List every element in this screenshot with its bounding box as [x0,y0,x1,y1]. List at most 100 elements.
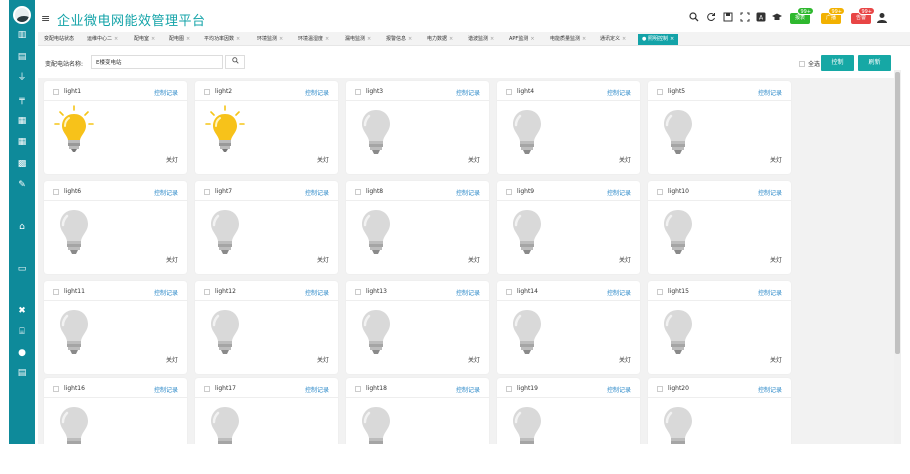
refresh-icon[interactable] [706,12,716,22]
light-checkbox[interactable] [53,89,59,95]
light-checkbox[interactable] [657,289,663,295]
bulb-off-icon[interactable] [505,204,549,260]
light-checkbox[interactable] [657,386,663,392]
light-checkbox[interactable] [355,289,361,295]
bank-icon[interactable]: ⌸ [16,327,28,337]
control-record-link[interactable]: 控制记录 [456,288,480,297]
tools-icon[interactable]: ✖ [16,306,28,316]
tab-6[interactable]: 环境温湿度 × [298,34,329,45]
light-checkbox[interactable] [506,89,512,95]
close-icon[interactable]: × [408,36,412,42]
calendar-icon[interactable]: ▦ [16,137,28,147]
control-record-link[interactable]: 控制记录 [305,188,329,197]
light-checkbox[interactable] [204,189,210,195]
select-all-checkbox[interactable]: 全选 [799,59,820,68]
control-record-link[interactable]: 控制记录 [758,88,782,97]
close-icon[interactable]: × [279,36,283,42]
light-checkbox[interactable] [204,89,210,95]
light-checkbox[interactable] [53,289,59,295]
bulb-off-icon[interactable] [203,401,247,444]
document-icon[interactable]: ▦ [16,116,28,126]
tab-8[interactable]: 报警信息 × [386,34,412,45]
broadcast-button[interactable]: 广播 99+ [821,7,845,24]
control-record-link[interactable]: 控制记录 [154,88,178,97]
bulb-off-icon[interactable] [656,204,700,260]
control-record-link[interactable]: 控制记录 [154,288,178,297]
close-icon[interactable]: × [670,36,674,42]
tab-12[interactable]: 电能质量监测 × [550,34,586,45]
bulb-off-icon[interactable] [354,401,398,444]
bulb-off-icon[interactable] [656,104,700,160]
light-checkbox[interactable] [506,386,512,392]
close-icon[interactable]: × [151,36,155,42]
control-record-link[interactable]: 控制记录 [758,288,782,297]
light-checkbox[interactable] [204,386,210,392]
user-avatar-icon[interactable] [876,12,888,24]
edit-icon[interactable]: ✎ [16,180,28,190]
graduation-icon[interactable] [772,12,782,22]
light-checkbox[interactable] [506,289,512,295]
report-button[interactable]: 报表 99+ [790,7,814,24]
tab-0[interactable]: 变配电站状态 [44,34,74,45]
user-icon[interactable]: ● [16,348,28,358]
control-record-link[interactable]: 控制记录 [758,385,782,394]
control-record-link[interactable]: 控制记录 [607,88,631,97]
tab-11[interactable]: APF监测 × [509,34,535,45]
control-record-link[interactable]: 控制记录 [305,385,329,394]
tab-13[interactable]: 通讯定义 × [600,34,626,45]
search-icon[interactable] [689,12,699,22]
tab-2[interactable]: 配电室 × [134,34,155,45]
tab-5[interactable]: 环境监测 × [257,34,283,45]
bulb-off-icon[interactable] [656,304,700,360]
plug-icon[interactable]: ╤ [16,95,28,105]
light-checkbox[interactable] [657,189,663,195]
bulb-off-icon[interactable] [505,304,549,360]
close-icon[interactable]: × [622,36,626,42]
bulb-off-icon[interactable] [52,401,96,444]
bulb-off-icon[interactable] [52,304,96,360]
control-record-link[interactable]: 控制记录 [607,385,631,394]
light-checkbox[interactable] [355,386,361,392]
save-icon[interactable] [723,12,733,22]
close-icon[interactable]: × [582,36,586,42]
control-record-link[interactable]: 控制记录 [456,385,480,394]
bulb-off-icon[interactable] [354,104,398,160]
close-icon[interactable]: × [449,36,453,42]
close-icon[interactable]: × [236,36,240,42]
close-icon[interactable]: × [325,36,329,42]
bar-chart-icon[interactable]: ▥ [16,30,28,40]
grid-icon[interactable]: ▩ [16,159,28,169]
control-record-link[interactable]: 控制记录 [456,188,480,197]
light-checkbox[interactable] [53,386,59,392]
tab-1[interactable]: 运维中心二 × [87,34,118,45]
close-icon[interactable]: × [114,36,118,42]
control-record-link[interactable]: 控制记录 [154,188,178,197]
light-checkbox[interactable] [355,89,361,95]
tab-9[interactable]: 电力数据 × [427,34,453,45]
control-record-link[interactable]: 控制记录 [154,385,178,394]
ai-icon[interactable]: A [756,12,766,22]
home-icon[interactable]: ⌂ [16,222,28,232]
tab-3[interactable]: 配电图 × [169,34,190,45]
light-checkbox[interactable] [355,189,361,195]
search-button[interactable] [225,55,245,69]
close-icon[interactable]: × [490,36,494,42]
bulb-on-icon[interactable] [203,104,247,160]
control-record-link[interactable]: 控制记录 [607,188,631,197]
close-icon[interactable]: × [367,36,371,42]
alarm-button[interactable]: 告警 99+ [851,7,875,24]
bulb-off-icon[interactable] [52,204,96,260]
bulb-off-icon[interactable] [656,401,700,444]
bulb-off-icon[interactable] [354,304,398,360]
control-record-link[interactable]: 控制记录 [305,88,329,97]
light-checkbox[interactable] [53,189,59,195]
bulb-off-icon[interactable] [505,104,549,160]
tab-7[interactable]: 漏电监测 × [345,34,371,45]
close-icon[interactable]: × [186,36,190,42]
tab-4[interactable]: 平均功率因数 × [204,34,240,45]
control-record-link[interactable]: 控制记录 [758,188,782,197]
report-icon[interactable]: ▤ [16,368,28,378]
bulb-off-icon[interactable] [354,204,398,260]
refresh-button[interactable]: 刷新 [858,55,891,71]
tab-14[interactable]: ● 照明控制 × [638,34,679,45]
